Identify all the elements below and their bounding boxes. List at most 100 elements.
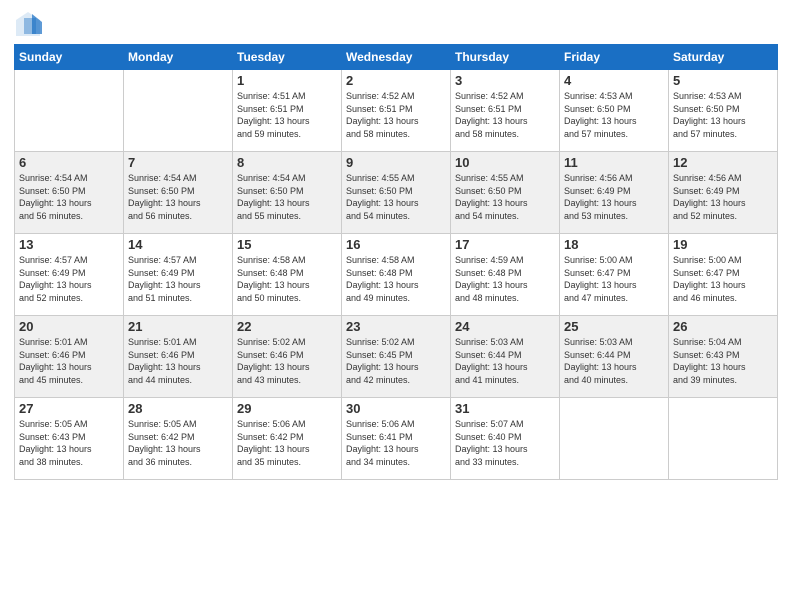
day-number: 17 — [455, 237, 555, 252]
calendar-cell: 17 Sunrise: 4:59 AMSunset: 6:48 PMDayligh… — [451, 234, 560, 316]
calendar-cell: 6 Sunrise: 4:54 AMSunset: 6:50 PMDaylight… — [15, 152, 124, 234]
calendar-cell: 11Sunrise: 4:56 AMSunset: 6:49 PMDayligh… — [560, 152, 669, 234]
cell-details: Sunrise: 4:57 AMSunset: 6:49 PMDaylight:… — [128, 254, 228, 304]
day-number: 10 — [455, 155, 555, 170]
day-number: 6 — [19, 155, 119, 170]
cell-details: Sunrise: 5:05 AMSunset: 6:42 PMDaylight:… — [128, 418, 228, 468]
logo — [14, 10, 46, 38]
calendar-cell — [560, 398, 669, 480]
cell-details: Sunrise: 5:01 AMSunset: 6:46 PMDaylight:… — [19, 336, 119, 386]
day-number: 15 — [237, 237, 337, 252]
day-number: 18 — [564, 237, 664, 252]
day-number: 7 — [128, 155, 228, 170]
calendar-cell: 27 Sunrise: 5:05 AMSunset: 6:43 PMDayligh… — [15, 398, 124, 480]
cell-details: Sunrise: 4:52 AMSunset: 6:51 PMDaylight:… — [346, 90, 446, 140]
day-number: 14 — [128, 237, 228, 252]
calendar-cell — [669, 398, 778, 480]
cell-details: Sunrise: 5:04 AMSunset: 6:43 PMDaylight:… — [673, 336, 773, 386]
day-number: 12 — [673, 155, 773, 170]
cell-details: Sunrise: 4:56 AMSunset: 6:49 PMDaylight:… — [673, 172, 773, 222]
cell-details: Sunrise: 5:00 AMSunset: 6:47 PMDaylight:… — [564, 254, 664, 304]
cell-details: Sunrise: 5:03 AMSunset: 6:44 PMDaylight:… — [564, 336, 664, 386]
cell-details: Sunrise: 5:07 AMSunset: 6:40 PMDaylight:… — [455, 418, 555, 468]
day-header-saturday: Saturday — [669, 45, 778, 70]
calendar-cell: 7 Sunrise: 4:54 AMSunset: 6:50 PMDaylight… — [124, 152, 233, 234]
cell-details: Sunrise: 4:55 AMSunset: 6:50 PMDaylight:… — [346, 172, 446, 222]
cell-details: Sunrise: 4:58 AMSunset: 6:48 PMDaylight:… — [237, 254, 337, 304]
day-number: 27 — [19, 401, 119, 416]
day-number: 30 — [346, 401, 446, 416]
cell-details: Sunrise: 5:00 AMSunset: 6:47 PMDaylight:… — [673, 254, 773, 304]
day-number: 8 — [237, 155, 337, 170]
cell-details: Sunrise: 4:53 AMSunset: 6:50 PMDaylight:… — [564, 90, 664, 140]
day-header-wednesday: Wednesday — [342, 45, 451, 70]
calendar-cell: 14 Sunrise: 4:57 AMSunset: 6:49 PMDayligh… — [124, 234, 233, 316]
cell-details: Sunrise: 4:57 AMSunset: 6:49 PMDaylight:… — [19, 254, 119, 304]
calendar-cell: 16Sunrise: 4:58 AMSunset: 6:48 PMDayligh… — [342, 234, 451, 316]
cell-details: Sunrise: 4:52 AMSunset: 6:51 PMDaylight:… — [455, 90, 555, 140]
day-number: 3 — [455, 73, 555, 88]
calendar-cell: 23 Sunrise: 5:02 AMSunset: 6:45 PMDayligh… — [342, 316, 451, 398]
day-header-thursday: Thursday — [451, 45, 560, 70]
calendar-cell: 15 Sunrise: 4:58 AMSunset: 6:48 PMDayligh… — [233, 234, 342, 316]
calendar-cell: 8Sunrise: 4:54 AMSunset: 6:50 PMDaylight… — [233, 152, 342, 234]
calendar-cell: 21 Sunrise: 5:01 AMSunset: 6:46 PMDayligh… — [124, 316, 233, 398]
calendar-cell: 25 Sunrise: 5:03 AMSunset: 6:44 PMDayligh… — [560, 316, 669, 398]
day-header-sunday: Sunday — [15, 45, 124, 70]
calendar-cell: 2 Sunrise: 4:52 AMSunset: 6:51 PMDaylight… — [342, 70, 451, 152]
calendar-cell: 9 Sunrise: 4:55 AMSunset: 6:50 PMDaylight… — [342, 152, 451, 234]
cell-details: Sunrise: 5:03 AMSunset: 6:44 PMDaylight:… — [455, 336, 555, 386]
page: SundayMondayTuesdayWednesdayThursdayFrid… — [0, 0, 792, 612]
calendar-cell: 18 Sunrise: 5:00 AMSunset: 6:47 PMDayligh… — [560, 234, 669, 316]
day-number: 4 — [564, 73, 664, 88]
day-number: 13 — [19, 237, 119, 252]
cell-details: Sunrise: 4:53 AMSunset: 6:50 PMDaylight:… — [673, 90, 773, 140]
calendar-cell — [124, 70, 233, 152]
calendar: SundayMondayTuesdayWednesdayThursdayFrid… — [14, 44, 778, 480]
day-number: 19 — [673, 237, 773, 252]
logo-icon — [14, 10, 42, 38]
day-number: 20 — [19, 319, 119, 334]
day-number: 22 — [237, 319, 337, 334]
cell-details: Sunrise: 4:51 AMSunset: 6:51 PMDaylight:… — [237, 90, 337, 140]
cell-details: Sunrise: 5:06 AMSunset: 6:42 PMDaylight:… — [237, 418, 337, 468]
cell-details: Sunrise: 5:05 AMSunset: 6:43 PMDaylight:… — [19, 418, 119, 468]
calendar-cell: 3 Sunrise: 4:52 AMSunset: 6:51 PMDaylight… — [451, 70, 560, 152]
cell-details: Sunrise: 5:02 AMSunset: 6:45 PMDaylight:… — [346, 336, 446, 386]
calendar-cell: 24Sunrise: 5:03 AMSunset: 6:44 PMDayligh… — [451, 316, 560, 398]
day-number: 25 — [564, 319, 664, 334]
cell-details: Sunrise: 4:54 AMSunset: 6:50 PMDaylight:… — [128, 172, 228, 222]
calendar-cell — [15, 70, 124, 152]
calendar-cell: 12 Sunrise: 4:56 AMSunset: 6:49 PMDayligh… — [669, 152, 778, 234]
calendar-cell: 31Sunrise: 5:07 AMSunset: 6:40 PMDayligh… — [451, 398, 560, 480]
day-number: 21 — [128, 319, 228, 334]
cell-details: Sunrise: 5:02 AMSunset: 6:46 PMDaylight:… — [237, 336, 337, 386]
day-header-monday: Monday — [124, 45, 233, 70]
cell-details: Sunrise: 5:01 AMSunset: 6:46 PMDaylight:… — [128, 336, 228, 386]
calendar-cell: 13 Sunrise: 4:57 AMSunset: 6:49 PMDayligh… — [15, 234, 124, 316]
week-row-5: 27 Sunrise: 5:05 AMSunset: 6:43 PMDayligh… — [15, 398, 778, 480]
calendar-cell: 20 Sunrise: 5:01 AMSunset: 6:46 PMDayligh… — [15, 316, 124, 398]
day-number: 23 — [346, 319, 446, 334]
week-row-2: 6 Sunrise: 4:54 AMSunset: 6:50 PMDaylight… — [15, 152, 778, 234]
day-number: 9 — [346, 155, 446, 170]
day-number: 1 — [237, 73, 337, 88]
calendar-cell: 30 Sunrise: 5:06 AMSunset: 6:41 PMDayligh… — [342, 398, 451, 480]
day-header-friday: Friday — [560, 45, 669, 70]
cell-details: Sunrise: 4:58 AMSunset: 6:48 PMDaylight:… — [346, 254, 446, 304]
cell-details: Sunrise: 4:59 AMSunset: 6:48 PMDaylight:… — [455, 254, 555, 304]
calendar-cell: 4 Sunrise: 4:53 AMSunset: 6:50 PMDaylight… — [560, 70, 669, 152]
calendar-cell: 26 Sunrise: 5:04 AMSunset: 6:43 PMDayligh… — [669, 316, 778, 398]
calendar-cell: 5 Sunrise: 4:53 AMSunset: 6:50 PMDaylight… — [669, 70, 778, 152]
header — [14, 10, 778, 38]
day-number: 5 — [673, 73, 773, 88]
calendar-cell: 10 Sunrise: 4:55 AMSunset: 6:50 PMDayligh… — [451, 152, 560, 234]
day-number: 28 — [128, 401, 228, 416]
cell-details: Sunrise: 5:06 AMSunset: 6:41 PMDaylight:… — [346, 418, 446, 468]
cell-details: Sunrise: 4:55 AMSunset: 6:50 PMDaylight:… — [455, 172, 555, 222]
day-number: 26 — [673, 319, 773, 334]
day-number: 2 — [346, 73, 446, 88]
cell-details: Sunrise: 4:54 AMSunset: 6:50 PMDaylight:… — [19, 172, 119, 222]
calendar-cell: 28 Sunrise: 5:05 AMSunset: 6:42 PMDayligh… — [124, 398, 233, 480]
day-number: 29 — [237, 401, 337, 416]
